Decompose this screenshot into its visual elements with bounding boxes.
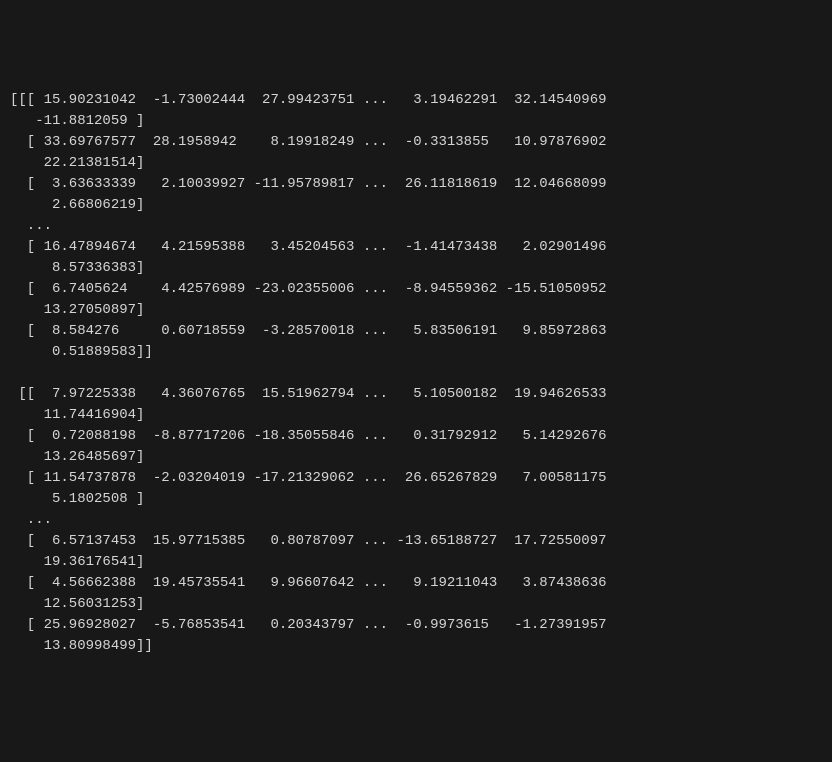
terminal-output: [[[ 15.90231042 -1.73002444 27.99423751 … [10,90,822,657]
